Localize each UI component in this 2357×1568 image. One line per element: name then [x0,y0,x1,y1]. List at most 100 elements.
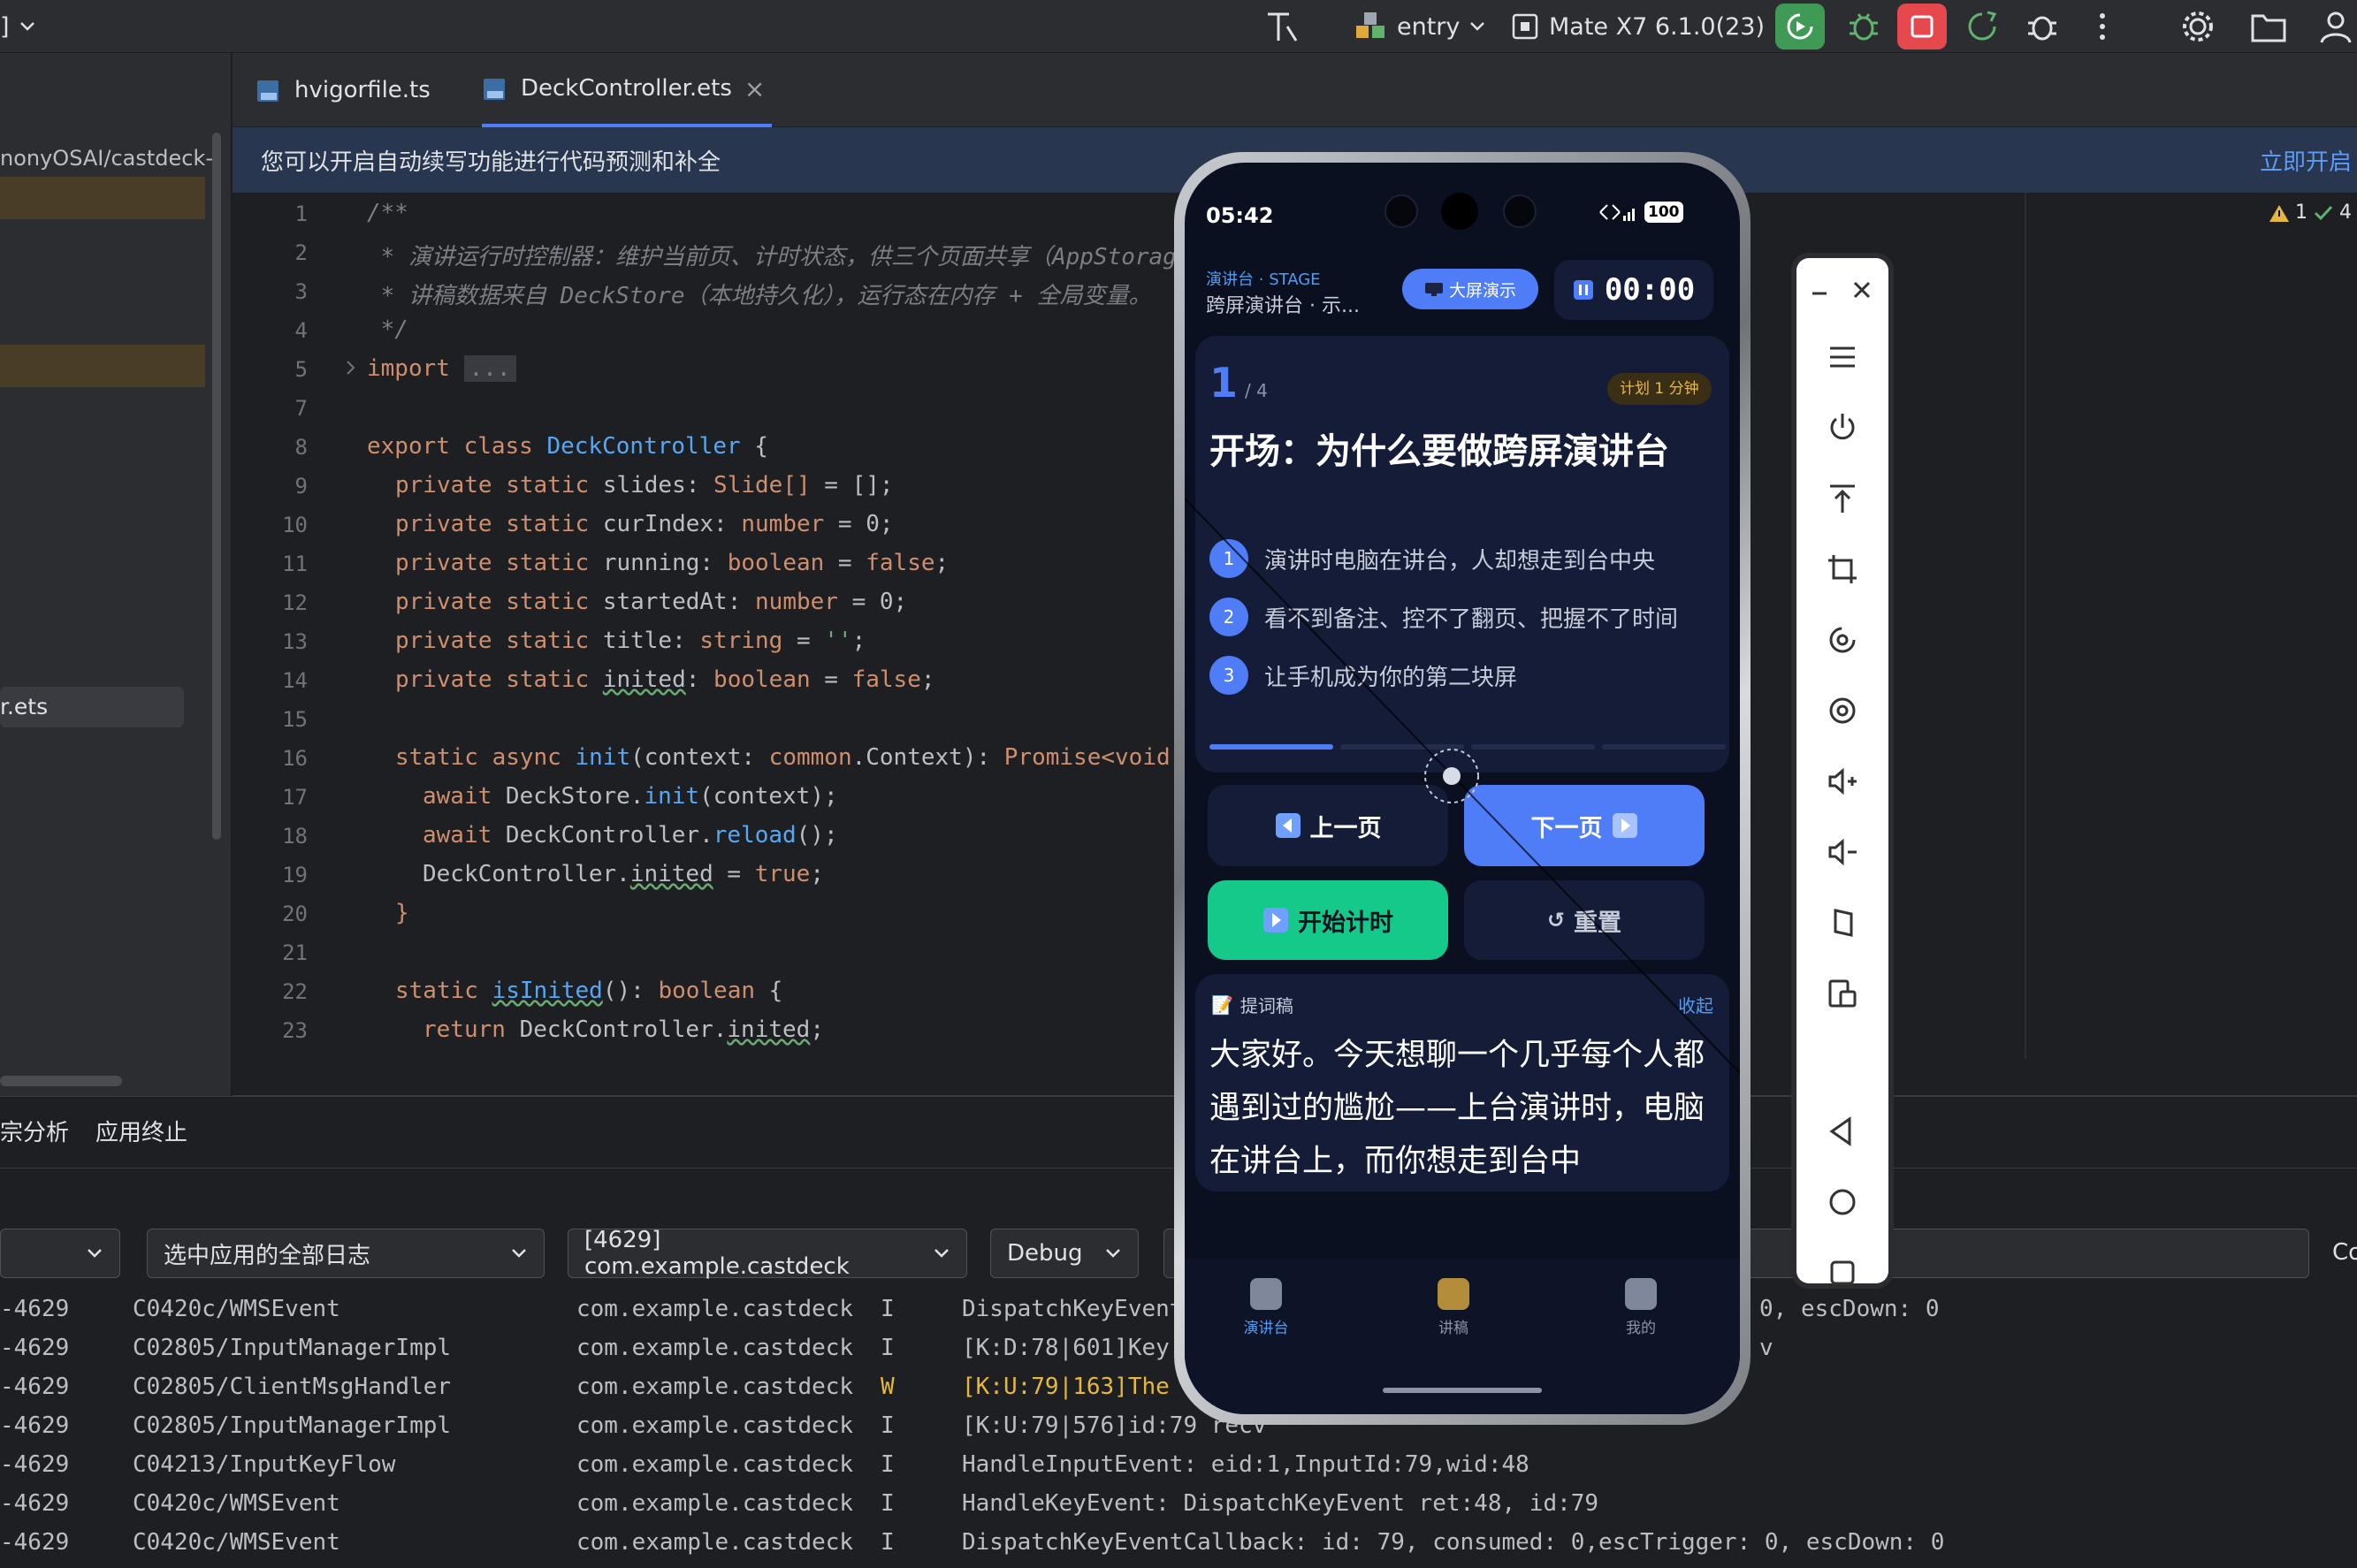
play-icon [1263,908,1288,932]
horizontal-scrollbar[interactable] [0,1076,122,1086]
run-config-selector[interactable]: entry [1354,0,1486,53]
record-icon[interactable] [1825,693,1860,728]
code-line: private static curIndex: number = 0; [395,511,894,537]
reset-button[interactable]: ↺ 重置 [1464,880,1705,960]
stop-button[interactable] [1897,4,1947,49]
enable-autocomplete-link[interactable]: 立即开启 [2260,144,2352,177]
tab-app-terminate[interactable]: 应用终止 [95,1115,187,1147]
literal: false [851,666,921,693]
options-fragment[interactable]: Co [2332,1239,2357,1266]
bullet-number: 2 [1209,598,1248,636]
back-icon[interactable] [1825,1114,1860,1149]
device-filter-dropdown[interactable] [0,1229,120,1278]
collapse-notes-button[interactable]: 收起 [1678,992,1713,1017]
bullet-item: 2 看不到备注、控不了翻页、把握不了时间 [1209,598,1678,636]
fold-chevron-icon[interactable] [345,359,357,377]
debug-icon[interactable] [1846,9,1881,44]
keyword: await [423,822,506,849]
notes-text: 大家好。今天想聊一个几乎每个人都遇到过的尴尬——上台演讲时，电脑在讲台上，而你想… [1209,1038,1705,1179]
close-icon[interactable]: × [744,74,765,103]
folded-region[interactable]: ... [463,355,516,382]
code-text: = [810,666,852,693]
code-text: { [755,978,783,1004]
next-page-button[interactable]: 下一页 [1464,785,1705,866]
log-tag: C02805/InputManagerImpl [133,1335,452,1361]
start-timer-button[interactable]: 开始计时 [1208,880,1448,960]
volume-down-icon[interactable] [1825,834,1860,870]
log-pkg: com.example.castdeck [576,1490,854,1517]
log-pid: -4629 [0,1451,70,1478]
code-line: * 讲稿数据来自 DeckStore（本地持久化），运行态在内存 + 全局变量。 [367,283,1152,309]
bullet-text: 让手机成为你的第二块屏 [1264,664,1518,691]
rotate-icon[interactable] [1825,622,1860,658]
minimize-icon[interactable] [1807,279,1834,306]
nav-item[interactable]: 讲稿 [1383,1278,1524,1337]
keyword: private static [395,472,603,499]
project-switcher[interactable]: ] [0,0,36,53]
code-line: return DeckController.inited; [423,1016,824,1043]
device-selector[interactable]: Mate X7 6.1.0(23) [1510,0,1791,53]
apply-changes-icon[interactable] [1964,9,2000,44]
home-indicator[interactable] [1383,1388,1542,1393]
code-line: private static title: string = ''; [395,628,866,654]
tab-hvigorfile[interactable]: hvigorfile.ts [256,53,431,127]
highlight-row[interactable] [0,345,205,387]
power-icon[interactable] [1825,410,1860,445]
tab-analysis[interactable]: 宗分析 [0,1115,69,1147]
text-tool-icon[interactable] [1262,7,1301,46]
field-name: running [602,550,700,576]
log-lvl: I [881,1451,895,1478]
volume-up-icon[interactable] [1825,764,1860,799]
log-msg: HandleKeyEvent: DispatchKeyEvent ret:48,… [962,1490,1599,1517]
run-button[interactable] [1775,4,1825,49]
prev-page-button[interactable]: 上一页 [1208,785,1448,866]
tree-item-selected[interactable]: r.ets [0,687,184,727]
timer-value: 00:00 [1604,272,1696,308]
literal: true [754,861,811,887]
recents-icon[interactable] [1825,1255,1860,1290]
field-name: startedAt [602,589,728,615]
type-name: Slide[] [713,472,811,499]
log-row[interactable]: -4629 C04213/InputKeyFlow com.example.cast… [0,1451,2357,1490]
folder-icon[interactable] [2249,7,2288,46]
more-icon[interactable] [2092,9,2113,44]
progress-segment [1340,744,1464,750]
code-text: : [713,511,742,537]
highlight-row[interactable] [0,177,205,219]
log-scope-dropdown[interactable]: 选中应用的全部日志 [147,1229,545,1278]
keyword: private static [395,550,603,576]
log-row[interactable]: -4629 C0420c/WMSEvent com.example.castdeck… [0,1490,2357,1529]
cast-button[interactable]: 大屏演示 [1402,269,1538,309]
log-pkg: com.example.castdeck [576,1529,854,1556]
multi-screen-icon[interactable] [1825,976,1860,1011]
code-line: private static inited: boolean = false; [395,666,935,693]
nav-item[interactable]: 我的 [1570,1278,1712,1337]
type-name: Promise<void [1003,744,1171,771]
close-icon[interactable] [1848,276,1876,304]
settings-gear-icon[interactable] [2178,7,2217,46]
crop-screenshot-icon[interactable] [1825,552,1860,587]
log-row[interactable]: -4629 C0420c/WMSEvent com.example.castdeck… [0,1529,2357,1568]
stage-cn: 演讲台 [1206,270,1254,289]
vertical-scrollbar[interactable] [212,133,221,840]
nav-item[interactable]: 演讲台 [1195,1278,1337,1337]
process-dropdown[interactable]: [4629] com.example.castdeck [568,1227,967,1280]
log-row[interactable]: -4629 C02805/InputManagerImpl com.example.… [0,1412,2357,1451]
project-panel: nonyOSAI/castdeck- r.ets [0,53,232,1096]
log-level-dropdown[interactable]: Debug [990,1229,1139,1278]
fold-device-icon[interactable] [1825,905,1860,940]
attach-debugger-icon[interactable] [2025,9,2060,44]
tab-deckcontroller[interactable]: DeckController.ets × [482,53,772,127]
line-number: 21 [282,940,308,965]
brace: { [740,433,768,460]
log-lvl: I [881,1529,895,1556]
account-icon[interactable] [2316,7,2355,46]
home-icon[interactable] [1825,1184,1860,1220]
code-line: import ... [367,355,516,382]
line-number: 8 [294,435,308,460]
inspection-widget[interactable]: 1 4 [2269,202,2352,224]
upload-icon[interactable] [1825,481,1860,516]
log-msg: DispatchKeyEventCallback: id: 79, consum… [962,1529,1945,1556]
menu-icon[interactable] [1825,339,1860,375]
camera-icon [1384,194,1418,228]
